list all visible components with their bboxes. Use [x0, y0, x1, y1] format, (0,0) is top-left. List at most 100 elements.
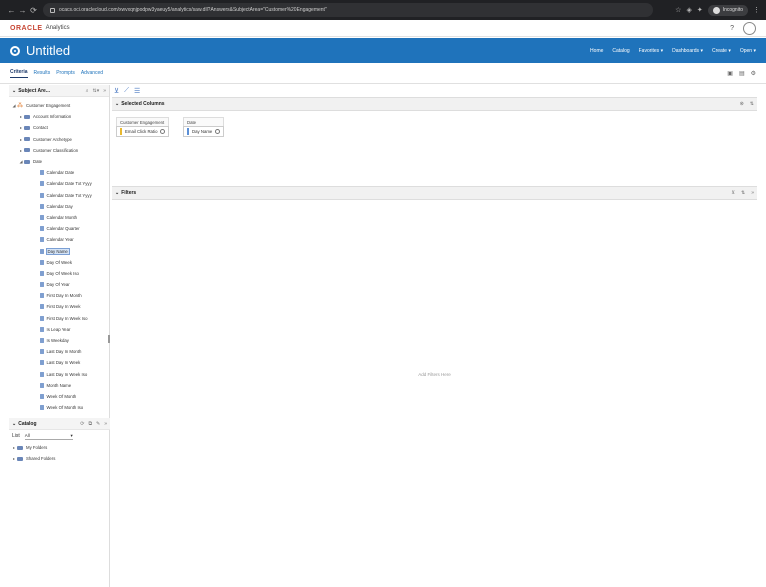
- search-icon[interactable]: ⌕: [86, 88, 89, 94]
- expand-panel-icon[interactable]: »: [104, 421, 107, 427]
- filter-options-icon[interactable]: ⇅: [741, 190, 745, 196]
- address-bar[interactable]: ocacs.oci.oraclecloud.com/xwvxqnjpodpw3y…: [43, 3, 653, 17]
- column-item[interactable]: Is Leap Year: [9, 324, 109, 335]
- column-item[interactable]: Calendar Date Txt Yyyy: [9, 178, 109, 189]
- collapse-icon[interactable]: ⌄: [12, 421, 16, 427]
- subject-areas-header: ⌄ Subject Are... ⌕ ⇅▾ »: [9, 85, 109, 97]
- column-item[interactable]: Last Day In Week Iso: [9, 369, 109, 380]
- nav-dashboards[interactable]: Dashboards ▾: [672, 48, 703, 54]
- column-icon: [40, 338, 44, 344]
- title-bar: Untitled Home Catalog Favorites ▾ Dashbo…: [0, 38, 766, 63]
- column-item[interactable]: Calendar Day: [9, 201, 109, 212]
- column-label: Calendar Year: [46, 237, 74, 243]
- column-item[interactable]: First Day In Week: [9, 301, 109, 312]
- column-item[interactable]: Is Weekday: [9, 335, 109, 346]
- column-chip[interactable]: Email Click Ratio: [116, 126, 170, 137]
- nav-open[interactable]: Open ▾: [740, 48, 756, 54]
- back-icon[interactable]: ←: [6, 6, 17, 15]
- folder-icon: [24, 159, 30, 164]
- column-item[interactable]: Last Day In Week: [9, 357, 109, 368]
- save-as-icon[interactable]: ▤: [739, 70, 745, 77]
- tab-results[interactable]: Results: [34, 70, 51, 78]
- nav-home[interactable]: Home: [590, 48, 603, 54]
- column-item[interactable]: Last Day In Month: [9, 346, 109, 357]
- lock-icon: [50, 7, 55, 13]
- list-select[interactable]: All ▾: [24, 433, 73, 440]
- collapse-icon[interactable]: ⌄: [12, 88, 16, 94]
- column-item[interactable]: Calendar Date: [9, 167, 109, 178]
- folder-customer-classification[interactable]: ▸ Customer Classification: [9, 145, 109, 156]
- extension-icon[interactable]: ◈: [686, 6, 691, 14]
- tab-criteria[interactable]: Criteria: [10, 69, 28, 78]
- catalog-edit-icon[interactable]: ✎: [96, 421, 100, 427]
- column-item[interactable]: Month Name: [9, 380, 109, 391]
- folder-icon: [24, 125, 30, 130]
- folder-icon: [24, 114, 30, 119]
- measure-color-bar: [120, 128, 122, 135]
- help-icon[interactable]: ?: [730, 25, 734, 32]
- save-icon[interactable]: ▣: [727, 70, 733, 77]
- incognito-badge[interactable]: Incognito: [707, 4, 748, 16]
- column-item[interactable]: Day Of Week Iso: [9, 268, 109, 279]
- column-options-icon[interactable]: [215, 129, 221, 134]
- expand-filters-icon[interactable]: »: [751, 190, 754, 196]
- folder-date[interactable]: ◢ Date: [9, 156, 109, 167]
- reload-icon[interactable]: ⟳: [28, 6, 39, 15]
- catalog-refresh-icon[interactable]: ⟳: [80, 421, 84, 427]
- filters-header: ⌄ Filters ⊻ ⇅ »: [112, 186, 757, 200]
- column-label: Last Day In Week: [46, 360, 81, 366]
- catalog-my-folders[interactable]: ▸ My Folders: [9, 442, 110, 453]
- column-item-selected[interactable]: Day Name: [9, 245, 109, 256]
- product-name: Analytics: [45, 25, 70, 31]
- catalog-copy-icon[interactable]: ⧉: [88, 421, 92, 427]
- column-item[interactable]: Calendar Month: [9, 212, 109, 223]
- column-item[interactable]: Week Of Month: [9, 391, 109, 402]
- column-item[interactable]: Week Of Month Iso: [9, 402, 109, 413]
- column-icon: [40, 192, 44, 198]
- column-item[interactable]: Day Of Year: [9, 279, 109, 290]
- column-item[interactable]: Calendar Quarter: [9, 223, 109, 234]
- add-filter-icon[interactable]: ⊻: [731, 190, 735, 196]
- remove-all-icon[interactable]: ⊗: [740, 101, 744, 107]
- collapse-icon[interactable]: ⌄: [115, 101, 119, 107]
- column-chip[interactable]: Day Name: [183, 126, 225, 137]
- folder-customer-archetype[interactable]: ▸ Customer Archetype: [9, 134, 109, 145]
- sort-icon[interactable]: ⇅▾: [93, 88, 100, 94]
- column-item[interactable]: Day Of Week: [9, 257, 109, 268]
- column-item[interactable]: Calendar Date Txt Yyyy: [9, 190, 109, 201]
- expand-panel-icon[interactable]: »: [103, 88, 106, 94]
- panel-splitter-handle[interactable]: [108, 335, 110, 343]
- catalog-shared-folders[interactable]: ▸ Shared Folders: [9, 453, 110, 464]
- tab-advanced[interactable]: Advanced: [81, 70, 103, 78]
- tab-prompts[interactable]: Prompts: [56, 70, 75, 78]
- folder-label: Contact: [33, 125, 48, 131]
- folder-contact[interactable]: ▸ Contact: [9, 122, 109, 133]
- filters-drop-area[interactable]: Add Filters Here: [112, 202, 757, 587]
- chart-icon[interactable]: ⟋: [124, 87, 129, 95]
- column-icon: [40, 181, 44, 187]
- settings-icon[interactable]: ⚙: [751, 70, 756, 77]
- filter-icon[interactable]: ⊻: [114, 87, 119, 95]
- nav-favorites[interactable]: Favorites ▾: [639, 48, 663, 54]
- nav-create[interactable]: Create ▾: [712, 48, 731, 54]
- nav-catalog[interactable]: Catalog: [612, 48, 629, 54]
- puzzle-icon[interactable]: ✦: [697, 6, 703, 14]
- forward-icon[interactable]: →: [17, 6, 28, 15]
- collapse-icon[interactable]: ⌄: [115, 190, 119, 196]
- tree-root[interactable]: ◢ ⁂ Customer Engagement: [9, 100, 109, 111]
- catalog-header: ⌄ Catalog ⟳ ⧉ ✎ »: [9, 418, 110, 430]
- column-item[interactable]: First Day In Month: [9, 290, 109, 301]
- column-label: Day Of Year: [46, 282, 70, 288]
- folder-account-information[interactable]: ▸ Account Information: [9, 111, 109, 122]
- list-label: List: [12, 433, 20, 439]
- column-item[interactable]: First Day In Week Iso: [9, 313, 109, 324]
- column-chip-label: Day Name: [192, 129, 213, 134]
- column-item[interactable]: Calendar Year: [9, 234, 109, 245]
- star-icon[interactable]: ☆: [675, 6, 681, 14]
- column-properties-icon[interactable]: ⇅: [750, 101, 754, 107]
- column-label: First Day In Week Iso: [46, 315, 88, 321]
- user-avatar[interactable]: [743, 21, 756, 35]
- table-icon[interactable]: ☰: [134, 87, 140, 95]
- browser-menu-icon[interactable]: ⋮: [753, 6, 760, 14]
- column-options-icon[interactable]: [160, 129, 166, 134]
